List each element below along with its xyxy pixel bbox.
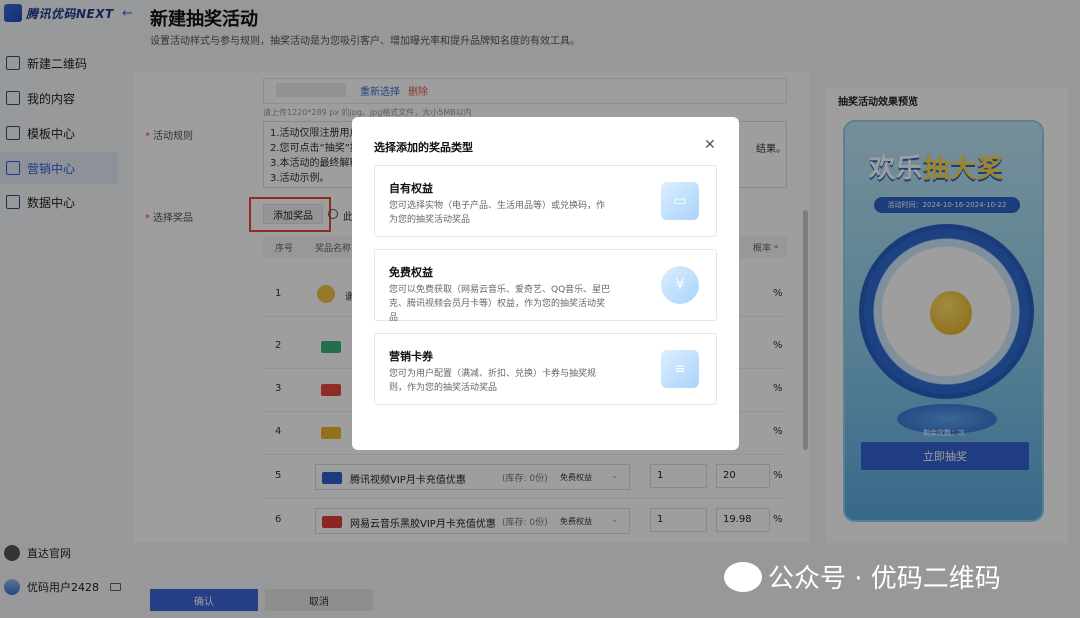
bag-icon: ▭ bbox=[661, 182, 699, 220]
option-desc: 您可选择实物（电子产品、生活用品等）或兑换码，作为您的抽奖活动奖品 bbox=[389, 201, 606, 225]
option-coupon[interactable]: 营销卡券 您可为用户配置（满减、折扣、兑换）卡券与抽奖规则，作为您的抽奖活动奖品… bbox=[374, 333, 717, 405]
prize-type-modal: 选择添加的奖品类型 ✕ 自有权益 您可选择实物（电子产品、生活用品等）或兑换码，… bbox=[352, 117, 739, 450]
coin-icon: ¥ bbox=[661, 266, 699, 304]
bag-glyph: ▭ bbox=[673, 193, 687, 209]
coupon-glyph: ≡ bbox=[674, 361, 686, 377]
option-title: 自有权益 bbox=[389, 182, 433, 195]
option-desc: 您可以免费获取（网易云音乐、爱奇艺、QQ音乐、星巴克、腾讯视频会员月卡等）权益，… bbox=[389, 285, 611, 323]
option-free-benefit[interactable]: 免费权益 您可以免费获取（网易云音乐、爱奇艺、QQ音乐、星巴克、腾讯视频会员月卡… bbox=[374, 249, 717, 323]
option-desc: 您可为用户配置（满减、折扣、兑换）卡券与抽奖规则，作为您的抽奖活动奖品 bbox=[389, 369, 597, 393]
coin-glyph: ¥ bbox=[675, 277, 685, 293]
close-icon[interactable]: ✕ bbox=[704, 137, 716, 153]
coupon-icon: ≡ bbox=[661, 350, 699, 388]
modal-title: 选择添加的奖品类型 bbox=[374, 141, 473, 154]
watermark-text: 公众号 · 优码二维码 bbox=[768, 564, 1001, 594]
watermark: 公众号 · 优码二维码 bbox=[724, 558, 1001, 595]
option-title: 免费权益 bbox=[389, 266, 433, 279]
option-own-benefit[interactable]: 自有权益 您可选择实物（电子产品、生活用品等）或兑换码，作为您的抽奖活动奖品 ▭ bbox=[374, 165, 717, 237]
option-title: 营销卡券 bbox=[389, 350, 433, 363]
wechat-icon bbox=[724, 561, 762, 592]
